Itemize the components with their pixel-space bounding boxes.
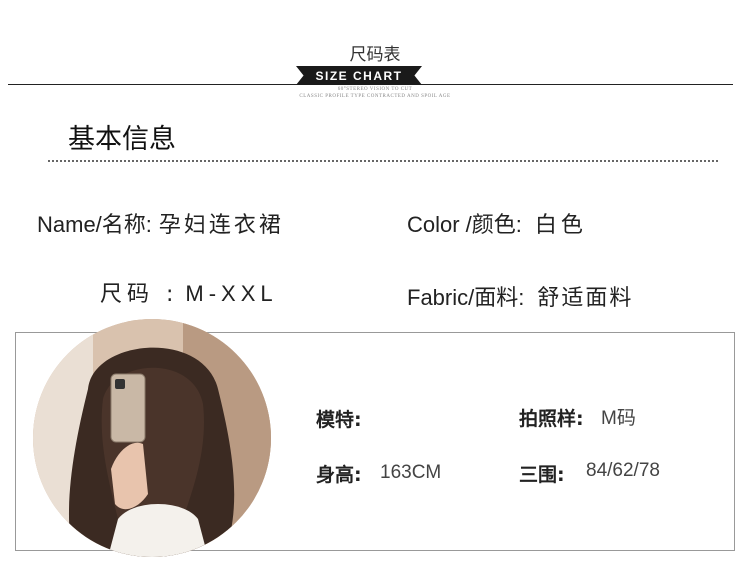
fabric-row: Fabric/面料: 舒适面料 (407, 280, 633, 312)
banner-fine-print-1: 60°STEREO VISION TO CUT (337, 87, 413, 92)
size-row: 尺码 : M-XXL (100, 276, 278, 308)
model-photo-illustration (33, 319, 271, 557)
measurements-value: 84/62/78 (586, 460, 660, 481)
color-value: 白色 (534, 213, 587, 238)
dotted-divider (48, 160, 718, 162)
model-photo (33, 319, 271, 557)
fabric-value: 舒适面料 (537, 286, 634, 311)
size-value: M-XXL (185, 281, 278, 306)
fabric-label: Fabric/面料: (407, 285, 525, 310)
sample-label: 拍照样: (519, 408, 584, 430)
size-chart-banner-text: SIZE CHART (315, 68, 403, 83)
model-label: 模特: (316, 409, 362, 431)
color-row: Color /颜色: 白色 (407, 207, 587, 239)
height-value: 163CM (380, 462, 442, 483)
color-label: Color /颜色: (407, 212, 522, 237)
name-label: Name/名称: (37, 212, 152, 237)
measurements-label: 三围: (519, 464, 565, 486)
size-chart-title-cn: 尺码表 (349, 45, 401, 65)
basic-info-heading: 基本信息 (68, 124, 176, 155)
size-chart-banner: SIZE CHART (296, 66, 422, 85)
height-label: 身高: (316, 464, 362, 486)
name-value: 孕妇连衣裙 (158, 213, 284, 238)
banner-fine-print-2: CLASSIC PROFILE TYPE CONTRACTED AND SPOI… (299, 94, 451, 99)
sample-value: M码 (601, 408, 636, 429)
size-label: 尺码 : (100, 282, 179, 307)
name-row: Name/名称: 孕妇连衣裙 (37, 207, 284, 239)
